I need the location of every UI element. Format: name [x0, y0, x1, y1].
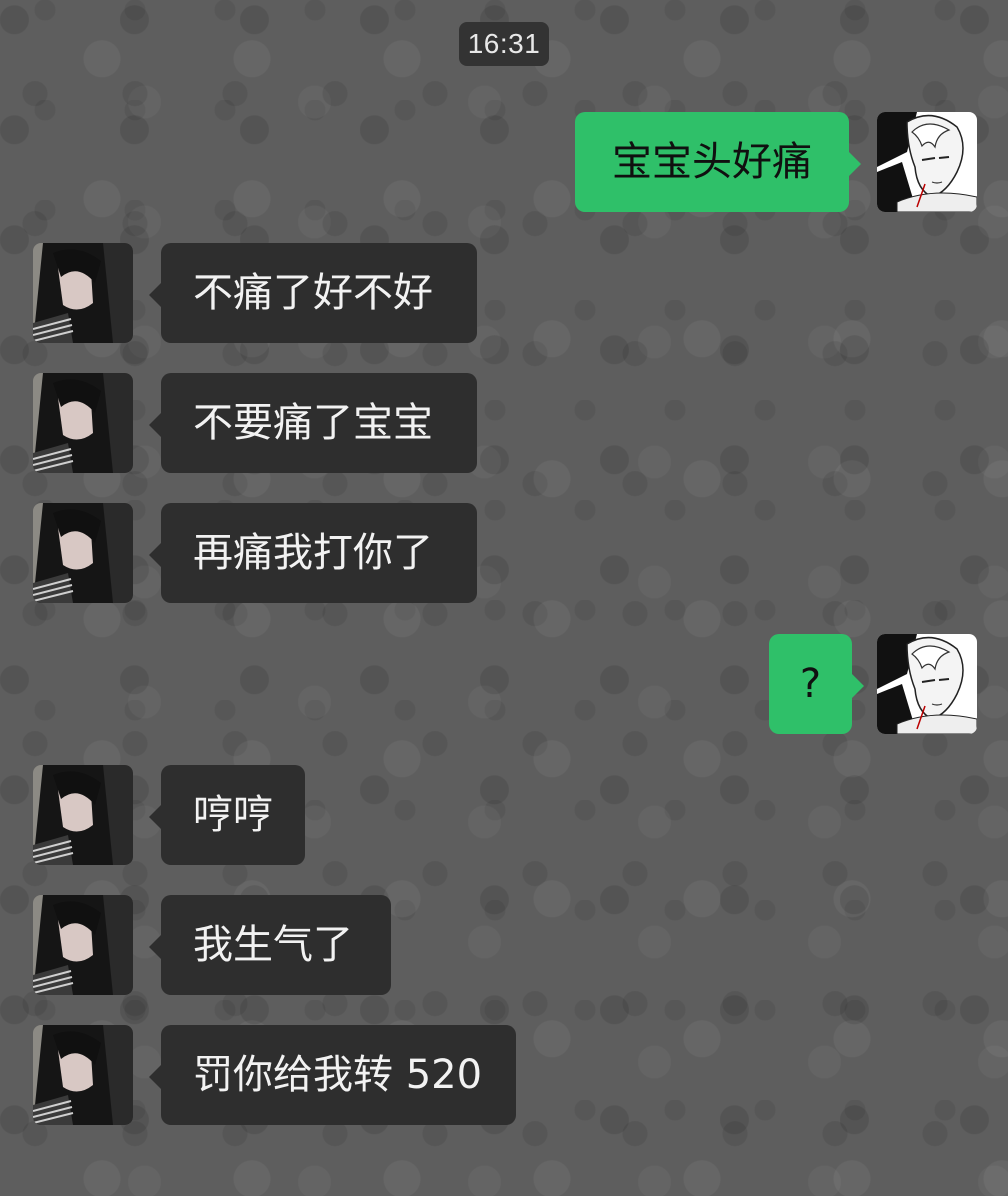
contact-avatar[interactable]: [33, 243, 133, 343]
chat-view[interactable]: 16:31 宝宝头好痛 不痛了好不好 不要痛了宝宝 再痛我打你了 ? 哼哼 我生…: [0, 0, 1008, 1196]
message-text: ?: [799, 661, 822, 707]
message-bubble-incoming[interactable]: 不痛了好不好: [149, 243, 477, 343]
long-hair-person-avatar-icon: [33, 895, 133, 995]
message-text: 哼哼: [193, 792, 273, 838]
contact-avatar[interactable]: [33, 373, 133, 473]
message-text: 再痛我打你了: [193, 530, 433, 576]
anime-character-avatar-icon: [877, 112, 977, 212]
message-text: 我生气了: [193, 922, 353, 968]
message-bubble-incoming[interactable]: 哼哼: [149, 765, 305, 865]
long-hair-person-avatar-icon: [33, 765, 133, 865]
long-hair-person-avatar-icon: [33, 503, 133, 603]
anime-character-avatar-icon: [877, 634, 977, 734]
contact-avatar[interactable]: [33, 503, 133, 603]
timestamp-pill: 16:31: [459, 22, 549, 66]
timestamp-text: 16:31: [467, 28, 541, 59]
message-text: 宝宝头好痛: [612, 139, 812, 185]
long-hair-person-avatar-icon: [33, 373, 133, 473]
contact-avatar[interactable]: [33, 1025, 133, 1125]
message-bubble-incoming[interactable]: 罚你给我转 520: [149, 1025, 516, 1125]
message-bubble-incoming[interactable]: 我生气了: [149, 895, 391, 995]
message-bubble-incoming[interactable]: 不要痛了宝宝: [149, 373, 477, 473]
long-hair-person-avatar-icon: [33, 243, 133, 343]
self-avatar[interactable]: [877, 634, 977, 734]
contact-avatar[interactable]: [33, 765, 133, 865]
message-bubble-outgoing[interactable]: 宝宝头好痛: [575, 112, 861, 212]
self-avatar[interactable]: [877, 112, 977, 212]
contact-avatar[interactable]: [33, 895, 133, 995]
message-bubble-outgoing[interactable]: ?: [769, 634, 864, 734]
message-text: 罚你给我转 520: [193, 1052, 483, 1098]
message-text: 不要痛了宝宝: [193, 400, 433, 446]
long-hair-person-avatar-icon: [33, 1025, 133, 1125]
message-text: 不痛了好不好: [193, 270, 433, 316]
message-bubble-incoming[interactable]: 再痛我打你了: [149, 503, 477, 603]
